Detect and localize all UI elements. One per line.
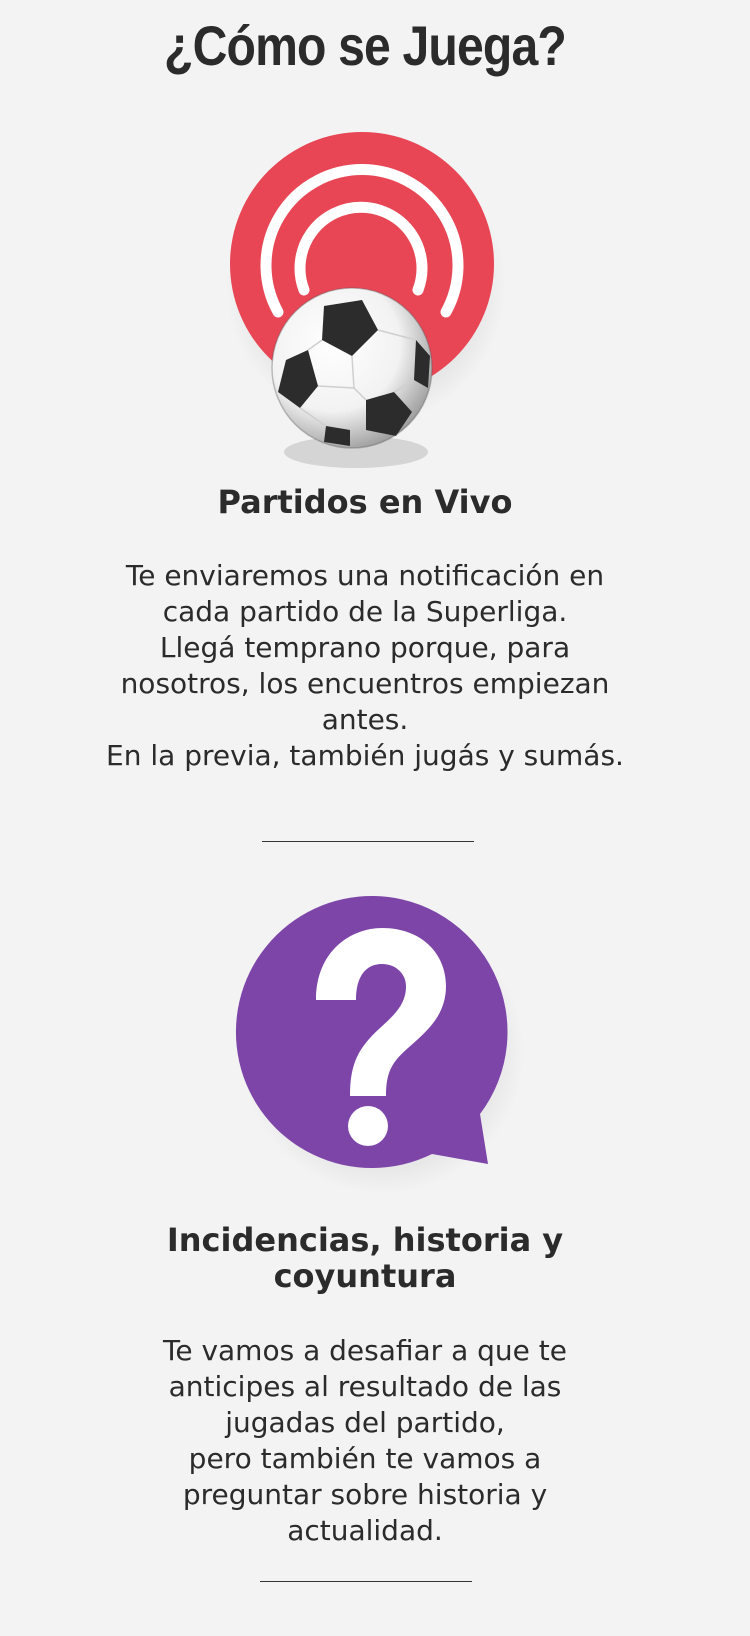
body-line: actualidad. (287, 1514, 443, 1547)
body-line: Te vamos a desafiar a que te (162, 1334, 568, 1367)
soccer-ball-icon (271, 287, 433, 449)
title-line: Incidencias, historia y (166, 1221, 564, 1259)
section-divider (262, 841, 474, 842)
question-speech-bubble-icon (232, 888, 524, 1198)
page-title: ¿Cómo se Juega? (164, 14, 567, 77)
body-line: nosotros, los encuentros empiezan (120, 667, 610, 700)
section-divider (260, 1581, 472, 1582)
body-line: Te enviaremos una notificación en (125, 559, 605, 592)
section-title-live-matches: Partidos en Vivo (217, 483, 513, 521)
body-line: Llegá temprano porque, para (159, 631, 571, 664)
body-line: antes. (321, 703, 409, 736)
section-body-incidents: Te vamos a desafiar a que te anticipes a… (0, 1333, 730, 1549)
body-line: preguntar sobre historia y (182, 1478, 548, 1511)
section-title-incidents: Incidencias, historia y coyuntura (0, 1222, 730, 1294)
body-line: anticipes al resultado de las (168, 1370, 562, 1403)
body-line: pero también te vamos a (188, 1442, 542, 1475)
body-line: En la previa, también jugás y sumás. (106, 739, 624, 772)
body-line: cada partido de la Superliga. (162, 595, 568, 628)
section-body-live-matches: Te enviaremos una notificación en cada p… (0, 558, 730, 774)
live-broadcast-soccer-ball-icon (226, 130, 516, 480)
title-line: coyuntura (273, 1257, 457, 1295)
body-line: jugadas del partido, (225, 1406, 505, 1439)
